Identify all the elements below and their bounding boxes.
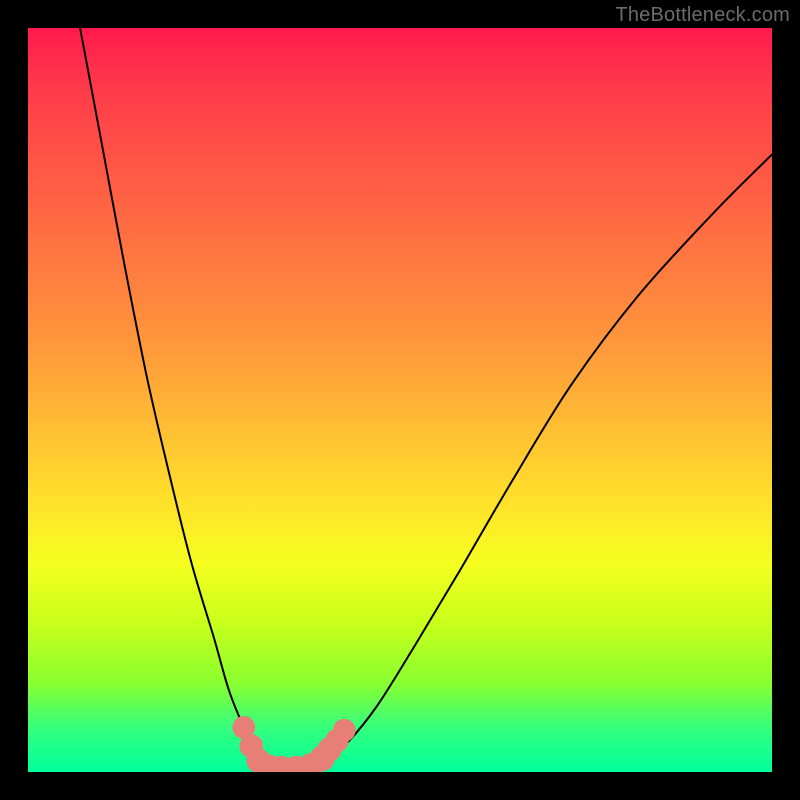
watermark-text: TheBottleneck.com xyxy=(615,4,790,27)
plot-area xyxy=(28,28,772,772)
curve-left-arm xyxy=(80,28,273,768)
chart-frame: TheBottleneck.com xyxy=(0,0,800,800)
curve-right-arm xyxy=(311,155,772,769)
curve-overlay xyxy=(28,28,772,772)
marker-dot xyxy=(333,719,356,742)
